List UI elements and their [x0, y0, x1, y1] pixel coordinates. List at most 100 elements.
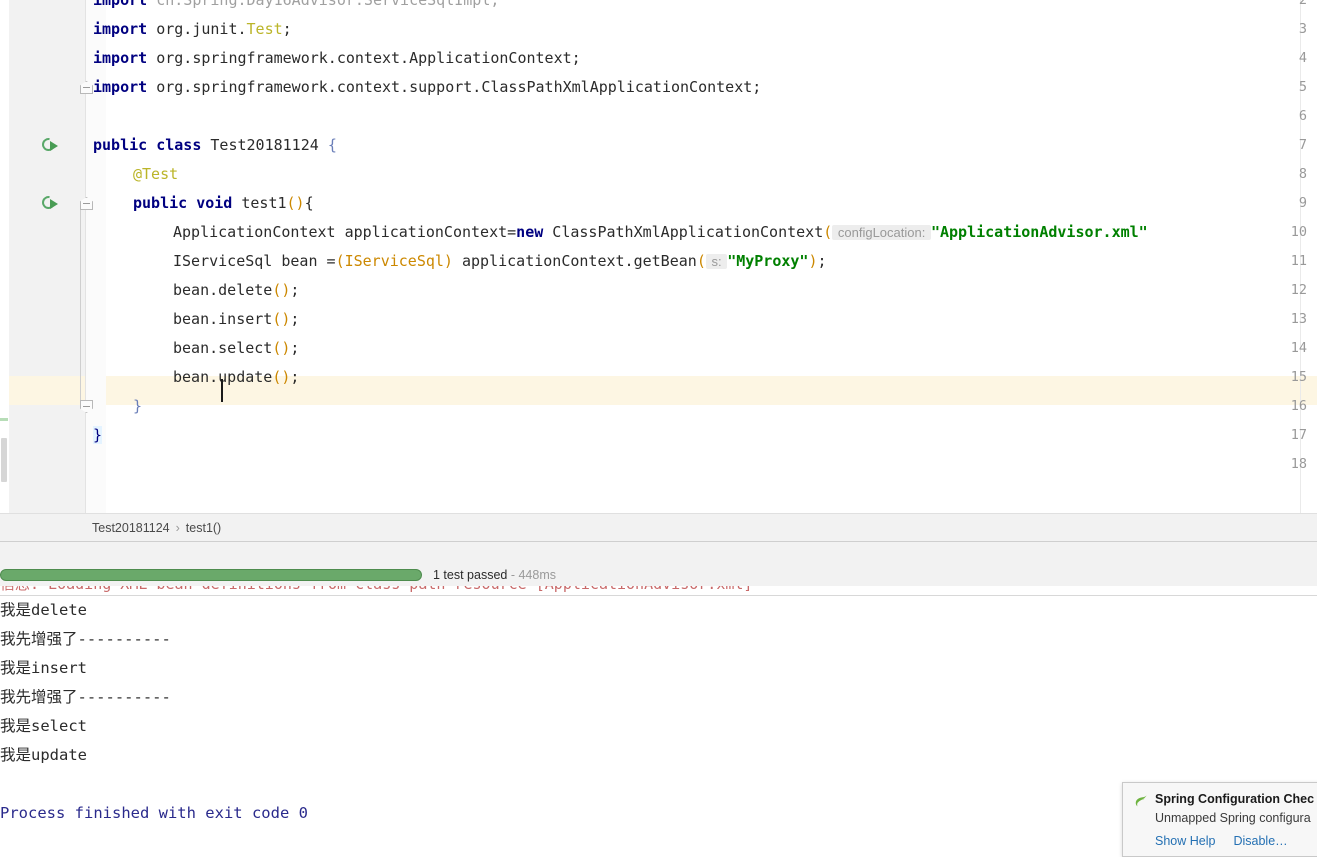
- clipped-log-text: 信息: Loading XML bean definitions from cl…: [0, 586, 752, 594]
- run-test-icon[interactable]: [39, 135, 60, 155]
- code-token: import: [93, 20, 157, 38]
- code-token: ;: [817, 252, 827, 270]
- breadcrumb-method[interactable]: test1(): [186, 521, 221, 535]
- scrollbar-marker: [0, 418, 8, 421]
- code-token: import: [93, 49, 157, 67]
- test-passed-label: 1 test passed: [433, 568, 508, 582]
- code-token: @Test: [133, 165, 179, 183]
- editor-left-scrollbar[interactable]: [0, 0, 9, 513]
- code-token: (): [272, 281, 291, 299]
- code-text[interactable]: import cn.Spring.Day16Advisor.ServiceSql…: [93, 0, 1317, 513]
- code-token: ;: [290, 339, 300, 357]
- console-line: 我是insert: [0, 659, 87, 677]
- code-token: cn.Spring.Day16Advisor.ServiceSqlImpl;: [156, 0, 500, 9]
- code-line[interactable]: bean.insert();: [173, 305, 299, 334]
- code-token: (IServiceSql): [335, 252, 453, 270]
- code-token: import: [93, 0, 157, 9]
- test-duration-separator: -: [507, 568, 519, 582]
- code-line[interactable]: IServiceSql bean =(IServiceSql) applicat…: [173, 247, 827, 276]
- code-token: (): [272, 339, 291, 357]
- code-token: (): [272, 368, 291, 386]
- code-token: {: [327, 136, 337, 154]
- code-token: public void: [133, 194, 242, 212]
- fold-region-start-icon[interactable]: [80, 81, 93, 94]
- run-panel-toolbar-strip: [0, 541, 1317, 565]
- console-line: 我先增强了----------: [0, 688, 171, 706]
- code-line[interactable]: public class Test20181124 {: [93, 131, 337, 160]
- code-token: test1: [241, 194, 287, 212]
- code-token: ;: [290, 310, 300, 328]
- code-line[interactable]: import org.springframework.context.Appli…: [93, 44, 581, 73]
- test-duration: 448ms: [518, 568, 556, 582]
- text-caret: [221, 379, 223, 402]
- notification-actions: Show Help Disable…: [1155, 831, 1288, 851]
- code-token: org.springframework.context.ApplicationC…: [156, 49, 581, 67]
- code-token: (: [696, 252, 706, 270]
- code-token: ;: [290, 281, 300, 299]
- code-line[interactable]: import org.springframework.context.suppo…: [93, 73, 761, 102]
- fold-connector-line: [80, 210, 81, 400]
- code-token: (): [286, 194, 305, 212]
- code-token: ): [808, 252, 818, 270]
- code-token: bean.insert: [173, 310, 273, 328]
- code-token: org.springframework.context.support.Clas…: [156, 78, 762, 96]
- code-token: bean.select: [173, 339, 273, 357]
- code-line[interactable]: bean.select();: [173, 334, 299, 363]
- code-line[interactable]: }: [133, 392, 142, 421]
- console-line: 我是select: [0, 717, 87, 735]
- code-token: {: [304, 194, 314, 212]
- editor-gutter[interactable]: [9, 0, 85, 513]
- console-line: 我是update: [0, 746, 87, 764]
- console-output[interactable]: 我是delete 我先增强了---------- 我是insert 我先增强了----…: [0, 596, 1317, 857]
- code-token: ApplicationContext applicationContext=: [173, 223, 517, 241]
- code-line[interactable]: bean.delete();: [173, 276, 299, 305]
- code-token: Test: [246, 20, 283, 38]
- code-token: ClassPathXmlApplicationContext: [543, 223, 824, 241]
- fold-region-start-icon[interactable]: [80, 197, 93, 210]
- code-token: "MyProxy": [727, 252, 809, 270]
- code-token: ;: [282, 20, 292, 38]
- code-line[interactable]: import org.junit.Test;: [93, 15, 292, 44]
- code-token: Test20181124: [210, 136, 328, 154]
- code-line[interactable]: bean.update();: [173, 363, 299, 392]
- code-token: public class: [93, 136, 211, 154]
- notification-body: Unmapped Spring configura: [1155, 811, 1311, 825]
- code-line[interactable]: import cn.Spring.Day16Advisor.ServiceSql…: [93, 0, 499, 15]
- run-tool-window[interactable]: 1 test passed - 448ms 信息: Loading XML be…: [0, 541, 1317, 857]
- breadcrumb[interactable]: Test20181124 › test1(): [0, 513, 1317, 542]
- notification-popup[interactable]: Spring Configuration Chec Unmapped Sprin…: [1122, 782, 1317, 857]
- code-token: IServiceSql bean =: [173, 252, 336, 270]
- code-token: (): [272, 310, 291, 328]
- code-token: }: [93, 426, 103, 444]
- code-editor[interactable]: 2 3 4 5 6 7 8 9 10 11 12 13 14 15 16 17 18 import cn.Spr…: [0, 0, 1317, 513]
- clipped-log-line: 信息: Loading XML bean definitions from cl…: [0, 586, 1317, 595]
- test-progress-row: 1 test passed - 448ms: [0, 564, 1317, 586]
- code-token: import: [93, 78, 157, 96]
- console-line: Process finished with exit code 0: [0, 804, 308, 822]
- code-line[interactable]: public void test1(){: [133, 189, 314, 218]
- breadcrumb-separator-icon: ›: [175, 521, 180, 535]
- show-help-link[interactable]: Show Help: [1155, 834, 1215, 848]
- spring-leaf-icon: [1134, 794, 1148, 808]
- breadcrumb-class[interactable]: Test20181124: [92, 521, 170, 535]
- code-token: (: [823, 223, 833, 241]
- code-token: ;: [290, 368, 300, 386]
- code-line[interactable]: ApplicationContext applicationContext=ne…: [173, 218, 1148, 247]
- disable-link[interactable]: Disable…: [1233, 834, 1287, 848]
- code-line[interactable]: }: [93, 421, 103, 450]
- code-token: bean.update: [173, 368, 273, 386]
- scrollbar-thumb[interactable]: [1, 438, 7, 482]
- code-token: s:: [705, 254, 728, 269]
- console-line: 我先增强了----------: [0, 630, 171, 648]
- code-line[interactable]: @Test: [133, 160, 178, 189]
- code-token: }: [133, 397, 143, 415]
- notification-title: Spring Configuration Chec: [1155, 792, 1315, 806]
- run-test-icon[interactable]: [39, 193, 60, 213]
- console-line: 我是delete: [0, 601, 87, 619]
- code-token: "ApplicationAdvisor.xml": [930, 223, 1148, 241]
- test-status-text: 1 test passed - 448ms: [433, 564, 556, 586]
- code-token: bean.delete: [173, 281, 273, 299]
- fold-region-end-icon[interactable]: [80, 400, 93, 413]
- code-token: applicationContext.getBean: [452, 252, 697, 270]
- code-token: org.junit.: [156, 20, 247, 38]
